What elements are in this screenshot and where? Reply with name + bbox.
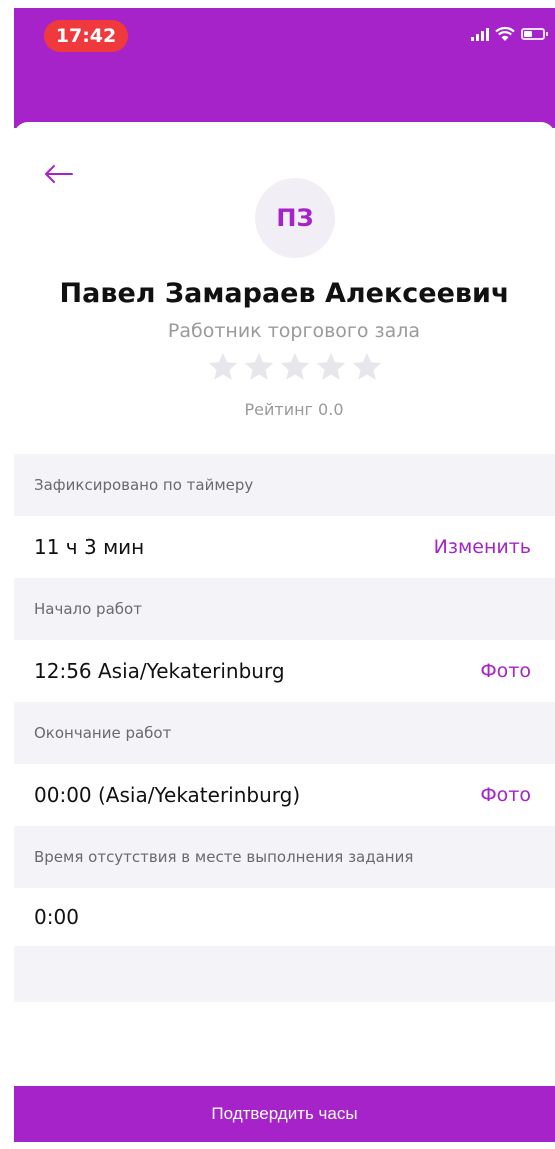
employee-name: Павел Замараев Алексеевич — [59, 278, 510, 309]
timer-value: 11 ч 3 мин — [34, 535, 145, 559]
start-photo-link[interactable]: Фото — [480, 660, 531, 682]
star-icon — [280, 352, 310, 380]
signal-icon — [471, 27, 489, 41]
status-time: 17:42 — [44, 20, 128, 52]
battery-icon — [521, 28, 548, 40]
start-label: Начало работ — [14, 578, 555, 640]
absence-label: Время отсутствия в месте выполнения зада… — [14, 826, 555, 888]
end-photo-link[interactable]: Фото — [480, 784, 531, 806]
wifi-icon — [495, 26, 515, 41]
end-label: Окончание работ — [14, 702, 555, 764]
rating-label: Рейтинг 0.0 — [244, 400, 344, 419]
absence-row: 0:00 — [14, 888, 555, 946]
end-value: 00:00 (Asia/Yekaterinburg) — [34, 783, 301, 807]
rating-stars — [206, 350, 384, 384]
timer-label: Зафиксировано по таймеру — [14, 454, 555, 516]
star-icon — [316, 352, 346, 380]
star-icon — [244, 352, 274, 380]
avatar: ПЗ — [255, 178, 335, 258]
start-value: 12:56 Asia/Yekaterinburg — [34, 659, 285, 683]
end-row: 00:00 (Asia/Yekaterinburg) Фото — [14, 764, 555, 826]
status-bar: 17:42 — [14, 8, 555, 58]
star-icon — [208, 352, 238, 380]
start-row: 12:56 Asia/Yekaterinburg Фото — [14, 640, 555, 702]
profile-sheet: ПЗ Павел Замараев Алексеевич Работник то… — [14, 122, 555, 1142]
absence-value: 0:00 — [34, 905, 79, 929]
confirm-hours-button[interactable]: Подтвердить часы — [14, 1086, 555, 1142]
employee-role: Работник торгового зала — [167, 320, 421, 342]
section-spacer — [14, 946, 555, 1002]
status-icons — [471, 26, 548, 42]
star-icon — [352, 352, 382, 380]
timer-row: 11 ч 3 мин Изменить — [14, 516, 555, 578]
edit-timer-link[interactable]: Изменить — [434, 536, 531, 558]
back-arrow-icon[interactable] — [42, 162, 74, 186]
